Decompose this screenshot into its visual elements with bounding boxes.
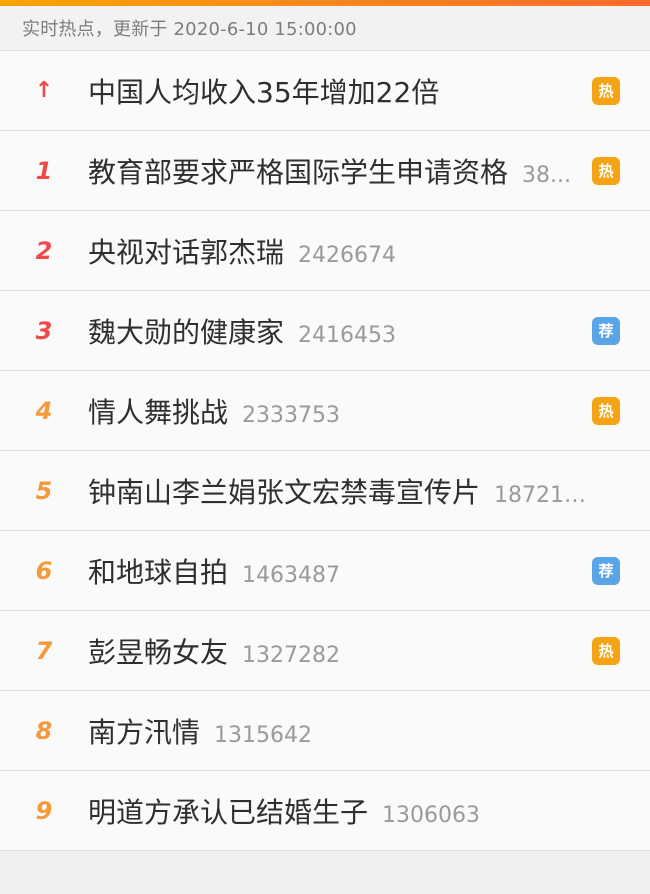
list-item-count: 2333753 [242, 402, 340, 428]
list-item-content: 和地球自拍 1463487 [88, 551, 650, 591]
list-item-content: 钟南山李兰娟张文宏禁毒宣传片 1872100 [88, 471, 650, 511]
list-item-content: 中国人均收入35年增加22倍 [88, 71, 650, 111]
rank-number: 6 [35, 556, 53, 585]
update-header-text: 实时热点，更新于 2020-6-10 15:00:00 [22, 19, 357, 40]
list-item-content: 魏大勋的健康家 2416453 [88, 311, 650, 351]
list-item-title: 和地球自拍 [88, 555, 229, 589]
list-item-content: 情人舞挑战 2333753 [88, 391, 650, 431]
bottom-spacer [0, 851, 650, 894]
list-item-title: 明道方承认已结婚生子 [88, 795, 369, 829]
list-item-content: 教育部要求严格国际学生申请资格 38... [88, 151, 650, 191]
list-item[interactable]: 1 教育部要求严格国际学生申请资格 38... 热 [0, 131, 650, 211]
list-item-title: 钟南山李兰娟张文宏禁毒宣传片 [88, 475, 481, 509]
rank-number: 2 [35, 236, 53, 265]
hot-search-screen: 实时热点，更新于 2020-6-10 15:00:00 ↑ 中国人均收入35年增… [0, 0, 650, 894]
rank-number: 9 [35, 796, 53, 825]
hot-search-list: ↑ 中国人均收入35年增加22倍 热 1 教育部要求严格国际学生申请资格 38.… [0, 50, 650, 851]
list-item[interactable]: ↑ 中国人均收入35年增加22倍 热 [0, 51, 650, 131]
list-item-count: 1327282 [242, 642, 340, 668]
list-item[interactable]: 2 央视对话郭杰瑞 2426674 [0, 211, 650, 291]
recommend-badge-icon: 荐 [592, 556, 620, 585]
list-item-count: 1315642 [214, 722, 312, 748]
list-item-title: 教育部要求严格国际学生申请资格 [88, 155, 509, 189]
list-item[interactable]: 9 明道方承认已结婚生子 1306063 [0, 771, 650, 851]
rank-number: 1 [35, 156, 53, 185]
list-item-content: 明道方承认已结婚生子 1306063 [88, 791, 650, 831]
hot-badge-icon: 热 [592, 156, 620, 185]
list-item-title: 南方汛情 [88, 715, 201, 749]
update-header: 实时热点，更新于 2020-6-10 15:00:00 [0, 6, 650, 50]
list-item-content: 央视对话郭杰瑞 2426674 [88, 231, 650, 271]
list-item[interactable]: 7 彭昱畅女友 1327282 热 [0, 611, 650, 691]
list-item-title: 魏大勋的健康家 [88, 315, 285, 349]
list-item[interactable]: 5 钟南山李兰娟张文宏禁毒宣传片 1872100 [0, 451, 650, 531]
rank-number: 4 [35, 396, 53, 425]
list-item-title: 彭昱畅女友 [88, 635, 229, 669]
list-item-count: 2416453 [298, 322, 396, 348]
list-item[interactable]: 3 魏大勋的健康家 2416453 荐 [0, 291, 650, 371]
list-item-count: 38... [522, 162, 571, 188]
pin-top-icon: ↑ [34, 77, 54, 103]
rank-number: 3 [35, 316, 53, 345]
rank-number: 7 [35, 636, 53, 665]
hot-badge-icon: 热 [592, 396, 620, 425]
list-item-count: 1463487 [242, 562, 340, 588]
hot-badge-icon: 热 [592, 76, 620, 105]
list-item-content: 彭昱畅女友 1327282 [88, 631, 650, 671]
list-item-count: 2426674 [298, 242, 396, 268]
list-item-count: 1306063 [382, 802, 480, 828]
list-item[interactable]: 8 南方汛情 1315642 [0, 691, 650, 771]
list-item-title: 中国人均收入35年增加22倍 [88, 75, 440, 109]
list-item-content: 南方汛情 1315642 [88, 711, 650, 751]
list-item[interactable]: 4 情人舞挑战 2333753 热 [0, 371, 650, 451]
list-item-title: 情人舞挑战 [88, 395, 229, 429]
rank-number: 5 [35, 476, 53, 505]
list-item[interactable]: 6 和地球自拍 1463487 荐 [0, 531, 650, 611]
list-item-title: 央视对话郭杰瑞 [88, 235, 285, 269]
rank-number: 8 [35, 716, 53, 745]
recommend-badge-icon: 荐 [592, 316, 620, 345]
list-item-count: 1872100 [494, 482, 588, 508]
hot-badge-icon: 热 [592, 636, 620, 665]
